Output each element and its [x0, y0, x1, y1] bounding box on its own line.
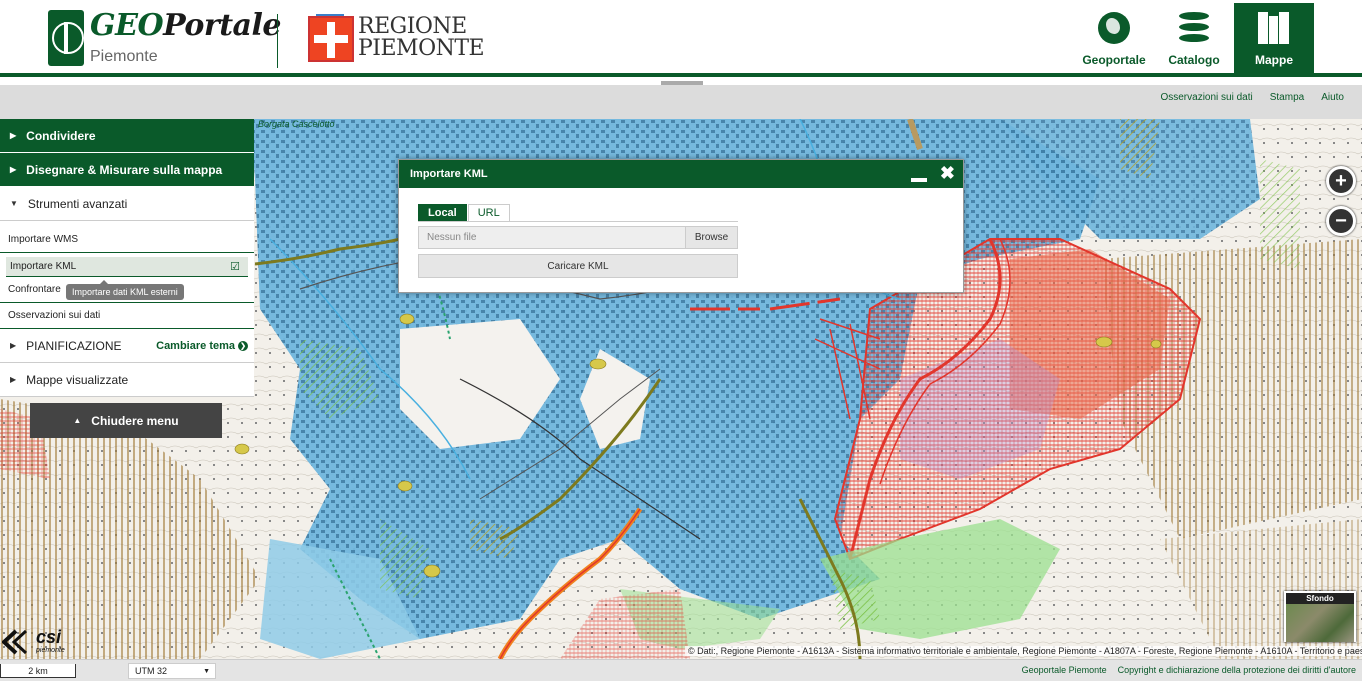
scale-bar: 2 km — [0, 664, 76, 678]
basemap-label: Sfondo — [1286, 593, 1354, 604]
section-disegnare-label: Disegnare & Misurare sulla mappa — [26, 162, 223, 177]
close-menu-label: Chiudere menu — [91, 413, 179, 428]
toolbar-links: Osservazioni sui dati Stampa Aiuto — [1160, 92, 1344, 103]
tooltip-importare-kml: Importare dati KML esterni — [66, 280, 184, 300]
minimize-icon[interactable] — [911, 166, 927, 184]
nav-mappe-label: Mappe — [1254, 53, 1293, 67]
csi-mark-icon — [2, 629, 28, 655]
link-aiuto[interactable]: Aiuto — [1321, 92, 1344, 103]
csi-logo-text: csi — [36, 627, 62, 647]
regione-text-line2: PIEMONTE — [358, 36, 485, 61]
nav-catalogo[interactable]: Catalogo — [1154, 3, 1234, 77]
main-nav: Geoportale Catalogo Mappe — [1074, 3, 1314, 77]
logo-title-portale: Portale — [163, 8, 281, 43]
dialog-title: Importare KML — [410, 168, 488, 180]
upload-kml-button[interactable]: Caricare KML — [418, 254, 738, 278]
caret-down-icon: ▼ — [203, 667, 210, 675]
section-pianificazione-label: PIANIFICAZIONE — [26, 338, 122, 353]
projection-select[interactable]: UTM 32 ▼ — [128, 663, 216, 679]
chevron-up-icon: ▲ — [73, 416, 82, 425]
header: GEOPortale Piemonte REGIONE PIEMONTE Geo… — [0, 0, 1362, 77]
geoportale-logo[interactable]: GEOPortale Piemonte — [48, 8, 281, 68]
section-mappe-visualizzate[interactable]: ▶ Mappe visualizzate — [0, 363, 254, 397]
cambiare-tema-link[interactable]: Cambiare tema ❯ — [156, 340, 248, 352]
section-condividere[interactable]: ▶ Condividere — [0, 119, 254, 153]
chevron-right-icon: ▶ — [10, 341, 17, 350]
chevron-down-icon: ▼ — [10, 199, 18, 208]
file-picker: Nessun file Browse — [418, 226, 738, 249]
regione-piemonte-logo[interactable]: REGIONE PIEMONTE — [308, 14, 485, 64]
link-geoportale-piemonte[interactable]: Geoportale Piemonte — [1022, 665, 1107, 675]
regione-flag-icon — [308, 16, 354, 62]
logo-subtitle: Piemonte — [90, 48, 158, 65]
nav-geoportale[interactable]: Geoportale — [1074, 3, 1154, 77]
checkbox-checked-icon: ☑ — [230, 261, 240, 273]
logo-title-geo: GEO — [90, 8, 164, 43]
dialog-tabs: Local URL — [418, 204, 738, 222]
close-icon[interactable]: ✖ — [940, 164, 955, 182]
item-osservazioni[interactable]: Osservazioni sui dati — [0, 303, 254, 329]
header-divider — [277, 14, 278, 68]
dialog-header[interactable]: Importare KML — [399, 160, 963, 188]
projection-value: UTM 32 — [135, 666, 168, 676]
database-icon — [1178, 12, 1210, 44]
section-strumenti-label: Strumenti avanzati — [27, 196, 128, 211]
tab-local[interactable]: Local — [418, 204, 467, 221]
basemap-thumbnail — [1286, 604, 1354, 642]
section-condividere-label: Condividere — [26, 128, 96, 143]
regione-text-line1: REGIONE — [358, 14, 467, 39]
browse-button[interactable]: Browse — [685, 227, 737, 248]
zoom-in-button[interactable]: + — [1326, 166, 1356, 196]
tab-url[interactable]: URL — [467, 204, 510, 221]
zoom-out-button[interactable]: − — [1326, 206, 1356, 236]
item-importare-wms[interactable]: Importare WMS — [0, 227, 254, 253]
toolbar — [0, 85, 1362, 119]
link-osservazioni[interactable]: Osservazioni sui dati — [1160, 92, 1252, 103]
chevron-right-icon: ▶ — [10, 165, 17, 174]
side-panel: ▶ Condividere ▶ Disegnare & Misurare sul… — [0, 119, 254, 397]
footer-links: Geoportale Piemonte Copyright e dichiara… — [1022, 665, 1356, 675]
globe-icon — [1098, 12, 1130, 44]
section-strumenti[interactable]: ▼ Strumenti avanzati — [0, 187, 254, 221]
status-bar: 2 km UTM 32 ▼ Geoportale Piemonte Copyri… — [0, 659, 1362, 681]
nav-mappe[interactable]: Mappe — [1234, 3, 1314, 77]
link-stampa[interactable]: Stampa — [1270, 92, 1304, 103]
close-menu-button[interactable]: ▲ Chiudere menu — [30, 403, 222, 438]
chevron-right-icon: ▶ — [10, 131, 17, 140]
csi-piemonte-logo[interactable]: csi piemonte — [2, 627, 72, 657]
nav-geoportale-label: Geoportale — [1082, 53, 1146, 67]
item-importare-kml[interactable]: Importare KML ☑ — [6, 257, 248, 277]
strumenti-list: Importare WMS Importare KML ☑ Confrontar… — [0, 221, 254, 329]
minus-icon: − — [1335, 209, 1347, 232]
basemap-switcher[interactable]: Sfondo — [1284, 591, 1356, 642]
map-icon — [1258, 12, 1290, 44]
section-disegnare[interactable]: ▶ Disegnare & Misurare sulla mappa — [0, 153, 254, 187]
item-importare-kml-label: Importare KML — [10, 261, 77, 272]
chevron-right-icon: ▶ — [10, 375, 17, 384]
arrow-circle-right-icon: ❯ — [238, 340, 248, 351]
file-name-field[interactable]: Nessun file — [419, 227, 685, 248]
map-attribution: © Dati:, Regione Piemonte - A1613A - Sis… — [685, 646, 1362, 656]
section-mappe-visualizzate-label: Mappe visualizzate — [26, 372, 129, 387]
place-label: Borgata Cascelotto — [258, 119, 335, 129]
geoportale-logo-icon — [48, 10, 84, 66]
section-pianificazione[interactable]: ▶ PIANIFICAZIONE Cambiare tema ❯ — [0, 329, 254, 363]
nav-catalogo-label: Catalogo — [1168, 53, 1220, 67]
import-kml-dialog: Importare KML ✖ Local URL Nessun file Br… — [398, 159, 964, 293]
cambiare-tema-label: Cambiare tema — [156, 339, 235, 352]
csi-logo-subtext: piemonte — [36, 647, 65, 654]
link-copyright[interactable]: Copyright e dichiarazione della protezio… — [1118, 665, 1356, 675]
plus-icon: + — [1335, 169, 1347, 192]
